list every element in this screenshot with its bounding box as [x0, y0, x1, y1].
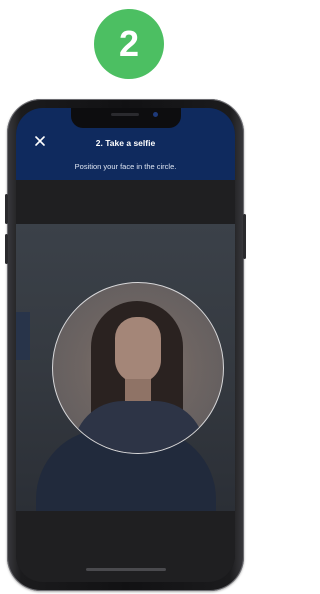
camera-preview: [16, 224, 235, 511]
bottom-bar: [16, 511, 235, 582]
step-number: 2: [118, 23, 140, 64]
phone-notch: [71, 108, 181, 128]
phone-screen: 2. Take a selfie Position your face in t…: [16, 108, 235, 582]
front-camera-icon: [153, 112, 158, 117]
phone-side-button: [5, 194, 8, 224]
phone-side-button: [243, 214, 246, 259]
step-badge: 2: [94, 9, 164, 79]
speaker-grille: [111, 113, 139, 116]
phone-frame: 2. Take a selfie Position your face in t…: [5, 99, 246, 591]
page-title: 2. Take a selfie: [95, 138, 156, 148]
background-panel: [16, 312, 30, 360]
instruction-text: Position your face in the circle.: [74, 162, 177, 171]
person-face: [115, 317, 161, 383]
home-indicator: [86, 568, 166, 571]
face-guide-circle: [52, 282, 224, 454]
stage: 2 2. Take a selfie Position your face in…: [0, 0, 248, 594]
phone-side-button: [5, 234, 8, 264]
